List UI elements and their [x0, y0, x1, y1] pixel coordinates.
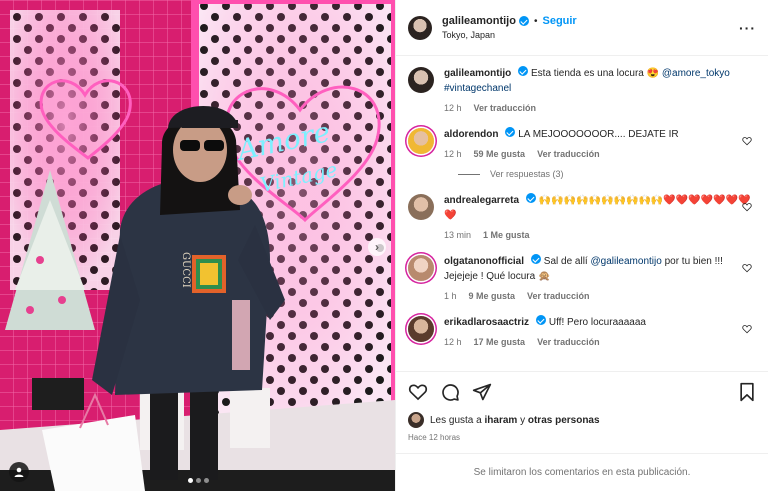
- commenter-avatar[interactable]: [408, 194, 434, 220]
- liker-avatar[interactable]: [408, 412, 424, 428]
- author-info: galileamontijo • Seguir Tokyo, Japan: [442, 15, 577, 40]
- comment-text: LA MEJOOOOOOOR.... DEJATE IR: [518, 129, 679, 140]
- verified-badge-icon: [536, 315, 547, 325]
- comment-likes[interactable]: 9 Me gusta: [469, 291, 516, 301]
- comment: erikadlarosaactriz Uff! Pero locuraaaaaa…: [408, 315, 756, 347]
- comment: olgatanonofficial Sal de allí @galileamo…: [408, 254, 756, 301]
- like-comment-heart-icon[interactable]: [742, 136, 752, 146]
- verified-badge-icon: [505, 127, 516, 137]
- next-photo-button[interactable]: ›: [368, 238, 386, 256]
- comment: andrealegarreta 🙌🙌🙌🙌🙌🙌🙌🙌🙌🙌❤️❤️❤️❤️❤️❤️❤️…: [408, 193, 756, 240]
- carousel-dot: [204, 478, 209, 483]
- author-username[interactable]: galileamontijo: [442, 15, 516, 27]
- comments-list[interactable]: galileamontijo Esta tienda es una locura…: [396, 56, 768, 371]
- instagram-post: Amore Vintage GUCCI › galileamontijo • S…: [0, 0, 768, 491]
- see-translation-link[interactable]: Ver traducción: [474, 103, 537, 113]
- commenter-avatar[interactable]: [408, 128, 434, 154]
- commenter-avatar[interactable]: [408, 316, 434, 342]
- user-icon: [14, 467, 24, 477]
- like-comment-heart-icon[interactable]: [742, 324, 752, 334]
- commenter-username[interactable]: erikadlarosaactriz: [444, 317, 529, 328]
- carousel-dots: [188, 478, 209, 483]
- post-header: galileamontijo • Seguir Tokyo, Japan ···: [396, 0, 768, 56]
- likes-middle: y: [520, 414, 526, 426]
- more-options-icon[interactable]: ···: [739, 20, 756, 36]
- see-translation-link[interactable]: Ver traducción: [537, 149, 600, 159]
- share-paper-plane-icon[interactable]: [472, 382, 492, 402]
- caption-text: Esta tienda es una locura 😍: [531, 68, 660, 79]
- verified-badge-icon: [518, 66, 529, 76]
- comment-text: Uff! Pero locuraaaaaa: [548, 317, 646, 328]
- verified-badge-icon: [531, 254, 541, 264]
- see-translation-link[interactable]: Ver traducción: [527, 291, 590, 301]
- comments-limited-notice: Se limitaron los comentarios en esta pub…: [396, 453, 768, 491]
- like-comment-heart-icon[interactable]: [742, 202, 752, 212]
- caption-mention[interactable]: @amore_tokyo: [662, 68, 730, 79]
- post-actions: [396, 371, 768, 411]
- author-avatar[interactable]: [408, 15, 432, 40]
- caption-username[interactable]: galileamontijo: [444, 68, 511, 79]
- comment-time[interactable]: 12 h: [444, 337, 462, 347]
- separator: •: [533, 15, 538, 27]
- comment-likes[interactable]: 17 Me gusta: [474, 337, 526, 347]
- save-bookmark-icon[interactable]: [738, 382, 756, 402]
- svg-text:GUCCI: GUCCI: [180, 252, 191, 288]
- comment-time[interactable]: 12 h: [444, 149, 462, 159]
- carousel-dot: [188, 478, 193, 483]
- verified-badge-icon: [526, 193, 537, 203]
- comment-bubble-icon[interactable]: [440, 382, 460, 402]
- posted-time[interactable]: Hace 12 horas: [396, 429, 768, 447]
- caption-time[interactable]: 12 h: [444, 103, 462, 113]
- see-translation-link[interactable]: Ver traducción: [537, 337, 600, 347]
- post-side-panel: galileamontijo • Seguir Tokyo, Japan ···…: [395, 0, 768, 491]
- like-comment-heart-icon[interactable]: [742, 263, 752, 273]
- comment-likes[interactable]: 59 Me gusta: [474, 149, 526, 159]
- post-photo[interactable]: Amore Vintage GUCCI ›: [0, 0, 395, 491]
- other-likers-link[interactable]: otras personas: [528, 415, 600, 426]
- comment: aldorendon LA MEJOOOOOOOR.... DEJATE IR …: [408, 127, 756, 159]
- verified-badge-icon: [518, 16, 529, 26]
- replies-divider: [458, 173, 480, 175]
- follow-button[interactable]: Seguir: [542, 15, 576, 27]
- post-caption: galileamontijo Esta tienda es una locura…: [408, 66, 756, 113]
- commenter-avatar[interactable]: [408, 255, 434, 281]
- view-replies-label: Ver respuestas (3): [490, 169, 564, 179]
- comment-mention[interactable]: @galileamontijo: [590, 256, 661, 267]
- carousel-dot: [196, 478, 201, 483]
- likes-prefix: Les gusta a: [430, 414, 482, 426]
- author-avatar[interactable]: [408, 67, 434, 93]
- tagged-user-button[interactable]: [9, 462, 29, 482]
- view-replies-button[interactable]: Ver respuestas (3): [458, 169, 756, 179]
- caption-hashtag[interactable]: #vintagechanel: [444, 83, 511, 94]
- comment-time[interactable]: 1 h: [444, 291, 457, 301]
- post-location[interactable]: Tokyo, Japan: [442, 30, 577, 40]
- comment-time[interactable]: 13 min: [444, 230, 471, 240]
- commenter-username[interactable]: andrealegarreta: [444, 195, 519, 206]
- chevron-right-icon: ›: [375, 240, 379, 254]
- like-heart-icon[interactable]: [408, 382, 428, 402]
- store-photo-illustration: Amore Vintage GUCCI: [0, 0, 395, 491]
- commenter-username[interactable]: aldorendon: [444, 129, 498, 140]
- liker-username[interactable]: iharam: [485, 415, 518, 426]
- commenter-username[interactable]: olgatanonofficial: [444, 256, 524, 267]
- likes-summary[interactable]: Les gusta a iharam y otras personas: [396, 411, 768, 429]
- comment-text-start: Sal de allí: [543, 256, 588, 267]
- comment-likes[interactable]: 1 Me gusta: [483, 230, 530, 240]
